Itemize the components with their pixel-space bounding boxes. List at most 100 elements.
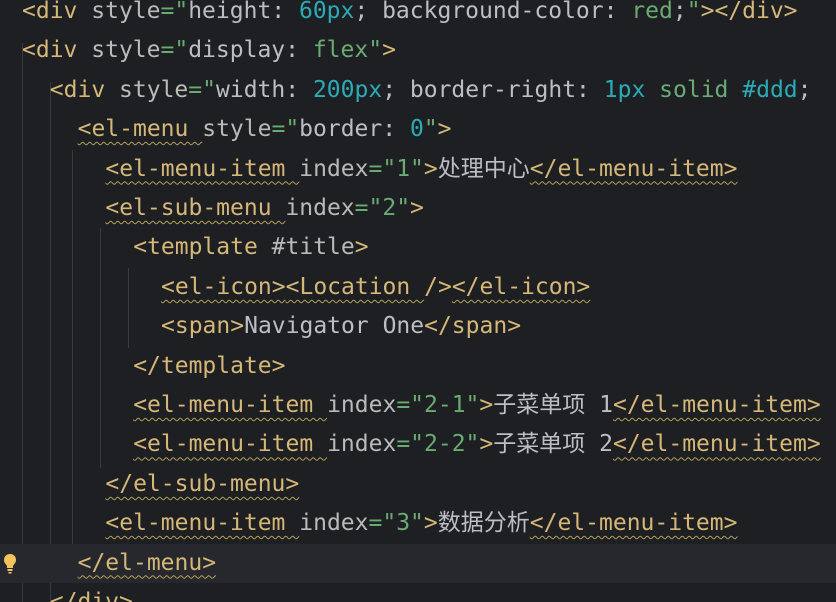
code-token: <el-menu <box>77 116 203 143</box>
code-token: > <box>479 392 494 418</box>
code-token: =" <box>160 0 189 24</box>
code-line-text: <span>Navigator One</span> <box>161 307 521 346</box>
code-token: index <box>327 392 397 418</box>
code-token: > <box>423 510 438 537</box>
code-line[interactable]: <el-menu-item index="1">处理中心</el-menu-it… <box>0 150 836 189</box>
code-token: style <box>91 37 161 64</box>
code-token: 0 <box>409 116 424 143</box>
code-token: </div> <box>49 589 133 602</box>
code-line-text: <el-sub-menu index="2"> <box>105 189 424 228</box>
code-token: index <box>285 195 355 221</box>
code-token: </template> <box>133 352 286 379</box>
code-line[interactable]: <div style="width: 200px; border-right: … <box>0 71 836 110</box>
code-token: ="1" <box>368 155 424 182</box>
code-line[interactable]: <template #title> <box>0 228 836 267</box>
code-token: red <box>631 0 673 24</box>
code-line[interactable]: </el-sub-menu> <box>0 465 836 504</box>
code-token: style <box>91 0 161 24</box>
code-token: index <box>327 431 397 458</box>
code-token: > <box>479 431 494 458</box>
code-token: </el-sub-menu> <box>105 470 300 497</box>
code-token: 处理中心 <box>437 155 530 182</box>
code-line[interactable]: </div> <box>0 583 836 602</box>
code-token: <Location <box>285 273 425 300</box>
code-line-text: <div style="width: 200px; border-right: … <box>50 71 826 110</box>
code-token: Navigator One <box>244 313 425 340</box>
code-token: solid <box>659 76 729 103</box>
code-line[interactable]: <el-menu style="border: 0"> <box>0 110 836 149</box>
code-token: </span> <box>424 313 522 340</box>
code-token: > <box>382 37 396 64</box>
code-token: ></div> <box>700 0 798 24</box>
code-token: border: <box>299 116 410 143</box>
code-token: #ddd <box>742 76 798 103</box>
code-line-text: <div style="display: flex"> <box>22 31 396 70</box>
code-token: display: <box>188 37 313 64</box>
code-token: style <box>202 116 272 143</box>
code-line-text: </div> <box>50 583 133 602</box>
code-token: <el-menu-item <box>105 510 300 537</box>
code-line[interactable]: </el-menu> <box>0 543 836 583</box>
code-token: 1px <box>603 76 646 103</box>
code-token: <div <box>22 0 92 24</box>
code-line[interactable]: <el-menu-item index="3">数据分析</el-menu-it… <box>0 504 836 543</box>
code-token: 数据分析 <box>437 510 530 537</box>
code-token: index <box>299 155 369 182</box>
code-line-text: </el-sub-menu> <box>105 465 299 504</box>
code-line-text: <el-menu-item index="2-1">子菜单项 1</el-men… <box>133 386 821 425</box>
code-token: height: <box>188 0 299 24</box>
code-token: <el-icon> <box>161 273 286 300</box>
code-token: > <box>410 195 424 221</box>
code-token: > <box>423 155 438 182</box>
code-token: ="2" <box>354 195 411 221</box>
code-token: width: <box>216 76 313 103</box>
code-token: ; border-right: <box>382 76 604 103</box>
code-token: </el-menu-item> <box>529 155 738 182</box>
code-token: style <box>119 76 189 103</box>
code-token: " <box>368 37 383 64</box>
code-token: ; <box>672 0 687 24</box>
code-token: <el-sub-menu <box>105 195 286 221</box>
code-token: > <box>354 234 369 261</box>
lightbulb-icon[interactable] <box>2 552 18 576</box>
code-token: index <box>299 510 369 537</box>
code-token: ; <box>797 76 826 103</box>
code-token: <el-menu-item <box>105 155 300 182</box>
code-line-text: </template> <box>133 347 285 386</box>
code-token: </el-menu-item> <box>612 392 821 418</box>
code-line[interactable]: <div style="height: 60px; background-col… <box>0 0 836 31</box>
code-token: =" <box>188 76 216 103</box>
code-token: </el-icon> <box>451 273 591 300</box>
code-line-text: <el-menu-item index="1">处理中心</el-menu-it… <box>105 150 737 189</box>
code-line-text: <el-icon><Location /></el-icon> <box>161 268 590 307</box>
code-token: ="3" <box>368 510 424 537</box>
code-token: =" <box>271 116 300 143</box>
code-token: =" <box>160 37 189 64</box>
code-line[interactable]: <div style="display: flex"> <box>0 31 836 70</box>
code-line[interactable]: <el-menu-item index="2-2">子菜单项 2</el-men… <box>0 425 836 464</box>
code-token: 子菜单项 2 <box>493 431 613 458</box>
code-token: ="2-1" <box>396 392 480 418</box>
code-token: 200px <box>312 76 383 103</box>
code-line[interactable]: <el-sub-menu index="2"> <box>0 189 836 228</box>
code-line[interactable]: <span>Navigator One</span> <box>0 307 836 346</box>
code-token: " <box>686 0 701 24</box>
code-token: </el-menu-item> <box>529 510 738 537</box>
code-token: </el-menu-item> <box>612 431 821 458</box>
code-editor[interactable]: <div style="height: 60px; background-col… <box>0 0 836 602</box>
code-token: </el-menu> <box>77 549 217 576</box>
code-line-text: <el-menu style="border: 0"> <box>78 110 452 149</box>
code-line-text: <el-menu-item index="2-2">子菜单项 2</el-men… <box>133 425 821 464</box>
code-line[interactable]: <el-menu-item index="2-1">子菜单项 1</el-men… <box>0 386 836 425</box>
code-line-text: <div style="height: 60px; background-col… <box>22 0 798 31</box>
code-token: 子菜单项 1 <box>493 392 613 418</box>
code-line-text: </el-menu> <box>78 544 216 583</box>
code-token: ; background-color: <box>354 0 632 24</box>
code-token: <template <box>133 234 272 261</box>
code-line[interactable]: <el-icon><Location /></el-icon> <box>0 268 836 307</box>
code-line[interactable]: </template> <box>0 347 836 386</box>
code-token: <div <box>49 76 120 103</box>
code-token: flex <box>312 37 369 64</box>
code-token: <el-menu-item <box>133 392 328 418</box>
